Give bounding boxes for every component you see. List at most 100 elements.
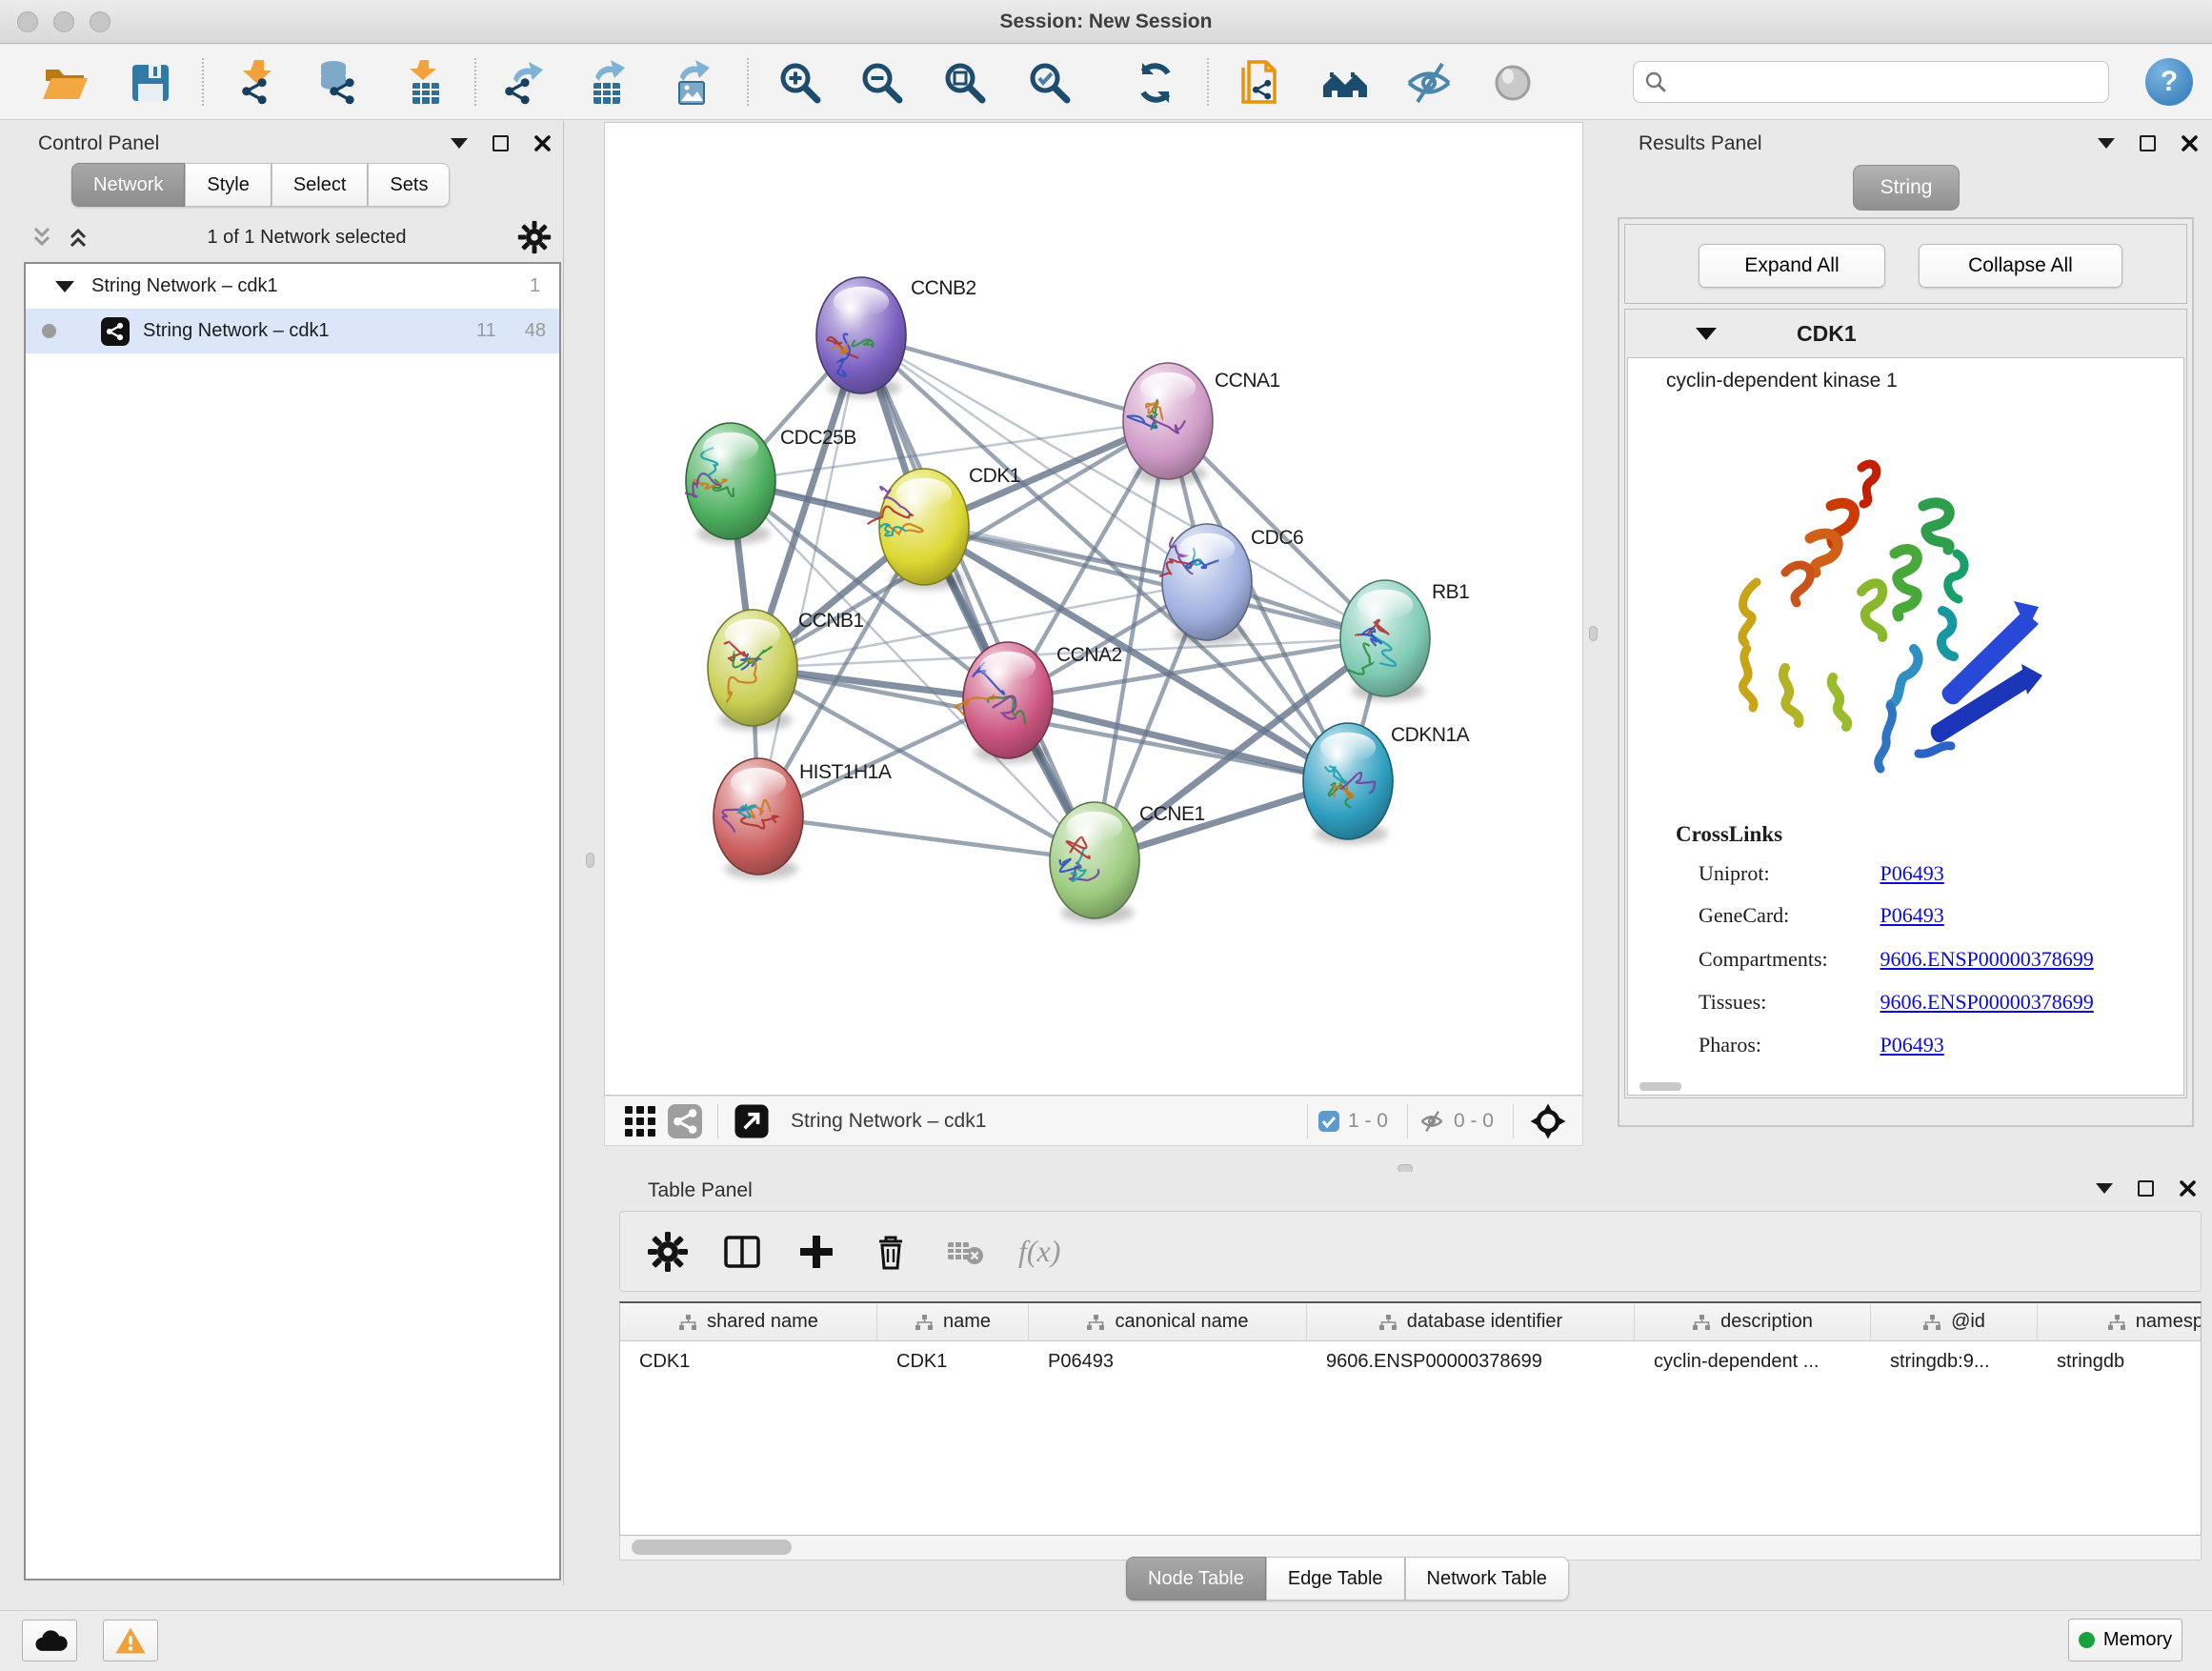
memory-button[interactable]: Memory: [2068, 1619, 2182, 1661]
tab-sets[interactable]: Sets: [368, 163, 450, 207]
crosslink-label: Uniprot:: [1699, 861, 1875, 886]
import-database-button[interactable]: [310, 56, 367, 110]
open-in-window-button[interactable]: [728, 1099, 775, 1143]
export-network-button[interactable]: [494, 56, 552, 110]
left-splitter-handle[interactable]: [586, 853, 594, 868]
network-node-CDKN1A[interactable]: CDKN1A: [1303, 723, 1470, 844]
import-table-button[interactable]: [396, 56, 453, 110]
current-network-dot: [42, 324, 56, 338]
table-tabs: Node TableEdge TableNetwork Table: [1126, 1557, 1569, 1601]
string-home-button[interactable]: [1317, 56, 1374, 110]
column-header-name[interactable]: name: [877, 1303, 1029, 1340]
network-options-button[interactable]: [517, 220, 552, 254]
import-network-button[interactable]: [230, 56, 287, 110]
panel-menu-icon[interactable]: [2096, 1183, 2113, 1194]
tab-style[interactable]: Style: [185, 163, 271, 207]
birdseye-view-button[interactable]: [618, 1101, 662, 1141]
table-options-button[interactable]: [647, 1231, 689, 1273]
zoom-selected-button[interactable]: [1021, 56, 1078, 110]
network-node-CDC6[interactable]: CDC6: [1159, 524, 1303, 645]
search-input[interactable]: [1676, 65, 2099, 99]
panel-menu-icon[interactable]: [2098, 138, 2115, 149]
crosslink-link[interactable]: 9606.ENSP00000378699: [1880, 947, 2094, 971]
crosslink-link[interactable]: 9606.ENSP00000378699: [1880, 990, 2094, 1014]
right-splitter-handle[interactable]: [1589, 626, 1598, 641]
column-header-namespace[interactable]: namespace: [2038, 1303, 2202, 1340]
zoom-in-button[interactable]: [772, 56, 829, 110]
expand-all-networks-button[interactable]: [60, 225, 96, 250]
column-header-databaseidentifier[interactable]: database identifier: [1307, 1303, 1635, 1340]
gear-icon: [647, 1231, 689, 1273]
network-edge[interactable]: [758, 335, 861, 816]
search-field[interactable]: [1633, 61, 2109, 103]
delete-column-button[interactable]: [870, 1231, 912, 1273]
panel-close-icon[interactable]: [2179, 1179, 2197, 1198]
zoom-out-button[interactable]: [854, 56, 911, 110]
table-row[interactable]: CDK1CDK1P064939606.ENSP00000378699cyclin…: [620, 1341, 2201, 1381]
hide-selected-button[interactable]: [1400, 56, 1458, 110]
expand-all-button[interactable]: Expand All: [1699, 244, 1885, 288]
results-hscroll-thumb[interactable]: [1639, 1082, 1681, 1091]
node-table[interactable]: shared namenamecanonical namedatabase id…: [619, 1301, 2202, 1536]
crosslink-link[interactable]: P06493: [1880, 1033, 1944, 1057]
save-session-button[interactable]: [122, 56, 179, 110]
panel-float-icon[interactable]: [493, 135, 509, 151]
panel-float-icon[interactable]: [2140, 135, 2156, 151]
show-columns-button[interactable]: [721, 1231, 763, 1273]
open-session-button[interactable]: [36, 56, 93, 110]
hidden-indicator[interactable]: [1418, 1107, 1446, 1136]
network-collection-row[interactable]: String Network – cdk1 1: [26, 264, 559, 309]
network-graph[interactable]: CCNB2 CCNA1 CDC25B CDK1 CDC6: [605, 123, 1582, 1095]
network-view-canvas[interactable]: CCNB2 CCNA1 CDC25B CDK1 CDC6: [604, 122, 1583, 1096]
export-table-button[interactable]: [576, 56, 633, 110]
crosslink-link[interactable]: P06493: [1880, 903, 1944, 927]
selected-checkbox[interactable]: [1317, 1110, 1340, 1133]
refresh-button[interactable]: [1127, 56, 1184, 110]
function-builder-button[interactable]: f(x): [1018, 1234, 1060, 1269]
zoom-fit-button[interactable]: [936, 56, 994, 110]
cloud-status-button[interactable]: [22, 1620, 77, 1661]
panel-close-icon[interactable]: [533, 134, 552, 152]
network-edge[interactable]: [861, 335, 1095, 860]
help-button[interactable]: ?: [2145, 58, 2193, 106]
collapse-all-button[interactable]: Collapse All: [1919, 244, 2122, 288]
fit-selected-button[interactable]: [1523, 1098, 1573, 1144]
tab-edge-table[interactable]: Edge Table: [1266, 1557, 1405, 1601]
tree-expand-icon[interactable]: [55, 281, 74, 292]
tab-select[interactable]: Select: [271, 163, 369, 207]
node-label: CDKN1A: [1391, 724, 1470, 746]
control-panel-title: Control Panel: [38, 132, 159, 155]
tab-network-table[interactable]: Network Table: [1405, 1557, 1569, 1601]
crosslink-link[interactable]: P06493: [1880, 861, 1944, 885]
search-icon: [1643, 70, 1668, 94]
tab-node-table[interactable]: Node Table: [1126, 1557, 1266, 1601]
network-row[interactable]: String Network – cdk1 11 48: [26, 309, 559, 353]
network-node-CCNA1[interactable]: CCNA1: [1123, 363, 1280, 484]
column-header-id[interactable]: @id: [1871, 1303, 2038, 1340]
network-node-CCNE1[interactable]: CCNE1: [1050, 802, 1205, 923]
panel-menu-icon[interactable]: [451, 138, 468, 149]
column-header-description[interactable]: description: [1635, 1303, 1871, 1340]
protein-section-header[interactable]: CDK1: [1625, 310, 2186, 357]
tab-string[interactable]: String: [1853, 165, 1960, 211]
delete-table-button[interactable]: [944, 1231, 986, 1273]
tab-network[interactable]: Network: [71, 163, 185, 207]
panel-float-icon[interactable]: [2138, 1180, 2154, 1197]
network-node-HIST1H1A[interactable]: HIST1H1A: [714, 758, 892, 879]
add-column-button[interactable]: [795, 1231, 837, 1273]
collapse-section-icon[interactable]: [1696, 328, 1717, 340]
network-share-button[interactable]: [662, 1100, 708, 1142]
table-cell: CDK1: [620, 1351, 877, 1373]
collapse-all-networks-button[interactable]: [24, 225, 60, 250]
warnings-button[interactable]: [103, 1620, 158, 1661]
show-graphics-button[interactable]: [1484, 56, 1541, 110]
network-node-CCNB2[interactable]: CCNB2: [816, 277, 976, 398]
clone-network-button[interactable]: [1232, 56, 1289, 110]
column-header-sharedname[interactable]: shared name: [620, 1303, 877, 1340]
export-image-button[interactable]: [661, 56, 718, 110]
hscroll-thumb[interactable]: [632, 1540, 792, 1555]
network-edge[interactable]: [758, 816, 1095, 860]
network-node-RB1[interactable]: RB1: [1340, 580, 1469, 701]
panel-close-icon[interactable]: [2181, 134, 2199, 152]
column-header-canonicalname[interactable]: canonical name: [1029, 1303, 1307, 1340]
